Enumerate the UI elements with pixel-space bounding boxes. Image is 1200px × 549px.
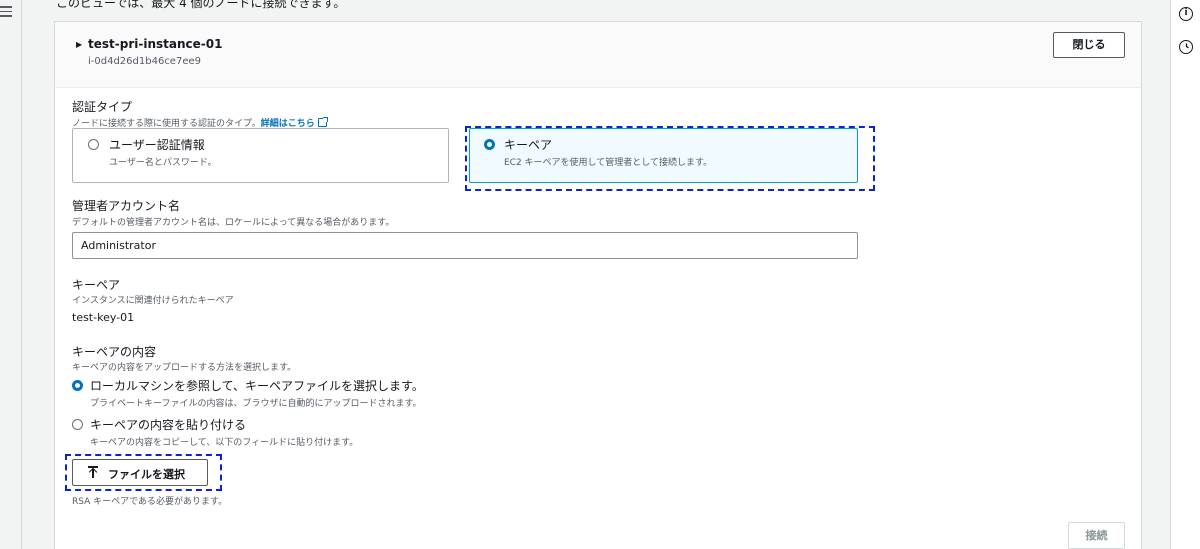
external-link-icon[interactable] — [317, 117, 328, 127]
auth-type-label: 認証タイプ — [72, 100, 133, 114]
key-pair-title: キーペア — [504, 138, 553, 152]
keypair-content-label: キーペアの内容 — [72, 345, 157, 359]
connection-limit-text: このビューでは、最大 4 個のノードに接続できます。 — [56, 0, 346, 10]
connection-panel: ▶ test-pri-instance-01 i-0d4d26d1b46ce7e… — [54, 21, 1142, 549]
browse-local-radio[interactable] — [72, 380, 83, 391]
key-pair-description: EC2 キーペアを使用して管理者として接続します。 — [504, 158, 713, 168]
browse-local-title: ローカルマシンを参照して、キーペアファイルを選択します。 — [90, 379, 424, 393]
right-tools-rail: i — [1170, 0, 1200, 549]
close-button[interactable]: 閉じる — [1053, 32, 1125, 58]
history-icon[interactable] — [1179, 40, 1193, 54]
keypair-content-description: キーペアの内容をアップロードする方法を選択します。 — [72, 363, 297, 373]
user-credentials-radio[interactable] — [88, 139, 99, 150]
user-credentials-title: ユーザー認証情報 — [109, 138, 205, 152]
instance-id: i-0d4d26d1b46ce7ee9 — [88, 56, 201, 67]
admin-account-description: デフォルトの管理者アカウント名は、ロケールによって異なる場合があります。 — [72, 218, 395, 228]
rsa-hint: RSA キーペアである必要があります。 — [72, 497, 228, 507]
left-nav-rail — [0, 0, 22, 549]
instance-name[interactable]: test-pri-instance-01 — [88, 37, 222, 51]
paste-content-radio[interactable] — [72, 419, 83, 430]
choose-file-label: ファイルを選択 — [108, 469, 185, 481]
instance-header: ▶ test-pri-instance-01 i-0d4d26d1b46ce7e… — [55, 22, 1141, 88]
keypair-description: インスタンスに関連付けられたキーペア — [72, 296, 234, 306]
upload-icon — [88, 466, 98, 478]
user-credentials-description: ユーザー名とパスワード。 — [109, 158, 217, 168]
key-pair-radio[interactable] — [484, 139, 495, 150]
connect-button[interactable]: 接続 — [1068, 522, 1125, 549]
menu-icon[interactable] — [0, 6, 12, 17]
admin-account-input[interactable]: Administrator — [72, 232, 858, 259]
expand-caret-icon[interactable]: ▶ — [76, 40, 82, 49]
info-icon[interactable]: i — [1179, 7, 1193, 21]
auth-option-user-credentials[interactable]: ユーザー認証情報 ユーザー名とパスワード。 — [72, 128, 449, 183]
keypair-label: キーペア — [72, 278, 121, 292]
paste-content-title: キーペアの内容を貼り付ける — [90, 418, 247, 432]
paste-content-description: キーペアの内容をコピーして、以下のフィールドに貼り付けます。 — [90, 438, 359, 448]
browse-local-description: プライベートキーファイルの内容は、ブラウザに自動的にアップロードされます。 — [90, 399, 422, 409]
admin-account-label: 管理者アカウント名 — [72, 199, 181, 213]
keypair-value: test-key-01 — [72, 311, 135, 324]
auth-option-key-pair[interactable]: キーペア EC2 キーペアを使用して管理者として接続します。 — [469, 128, 858, 183]
choose-file-button[interactable]: ファイルを選択 — [72, 459, 208, 486]
